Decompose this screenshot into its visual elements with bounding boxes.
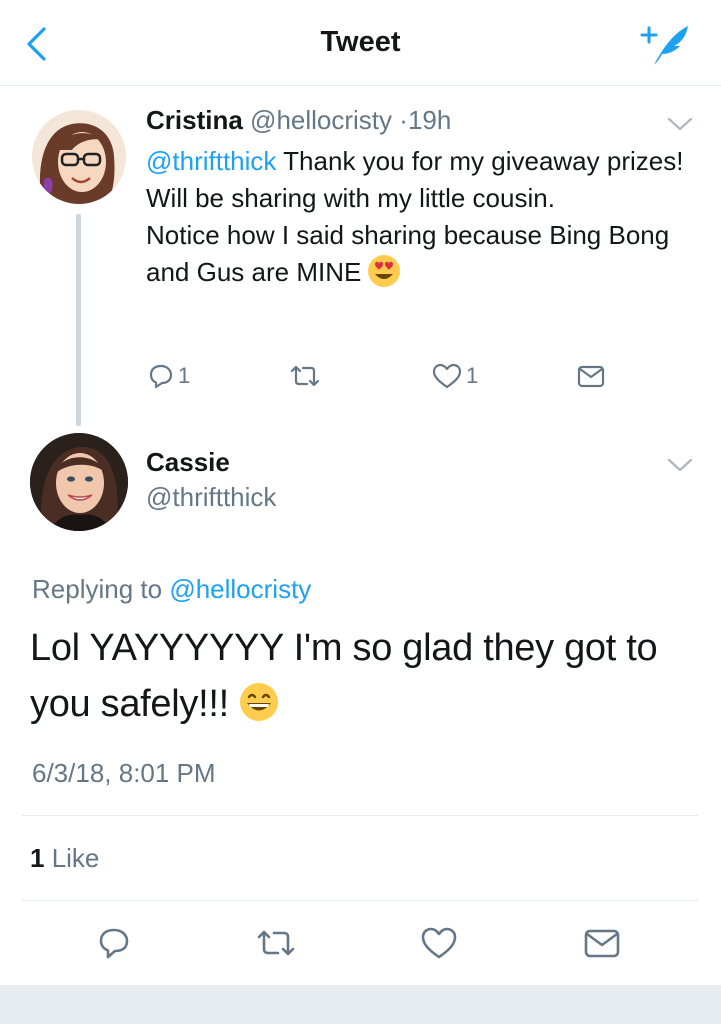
cristina-avatar-image xyxy=(32,110,126,204)
tweet-time: 19h xyxy=(407,105,452,135)
replying-to-line: Replying to @hellocristy xyxy=(32,574,311,605)
chevron-down-icon xyxy=(667,117,693,131)
retweet-icon xyxy=(290,365,320,387)
direct-message-button[interactable] xyxy=(576,362,606,390)
compose-tweet-icon xyxy=(640,26,688,65)
like-icon xyxy=(432,363,462,389)
parent-tweet-menu-button[interactable] xyxy=(667,116,693,132)
top-nav-bar: Tweet xyxy=(0,0,721,86)
author-name[interactable]: Cassie xyxy=(146,447,230,478)
chevron-down-icon xyxy=(667,458,693,472)
tweet-text-part: Lol YAYYYYYY I'm so glad they got to you… xyxy=(30,627,658,725)
retweet-button[interactable] xyxy=(255,927,297,959)
mention-link[interactable]: @hellocristy xyxy=(169,574,311,604)
avatar[interactable] xyxy=(30,433,128,531)
like-button[interactable] xyxy=(420,926,458,960)
reply-count: 1 xyxy=(178,363,191,388)
bottom-bar xyxy=(0,985,721,1024)
direct-message-icon xyxy=(577,365,605,388)
divider xyxy=(22,815,698,816)
author-handle[interactable]: @hellocristy xyxy=(250,105,392,135)
parent-tweet-text: @thriftthick Thank you for my giveaway p… xyxy=(146,143,694,291)
like-icon xyxy=(421,927,457,959)
retweet-button[interactable] xyxy=(288,362,322,390)
reply-icon xyxy=(149,364,173,389)
main-tweet-menu-button[interactable] xyxy=(667,457,693,473)
main-tweet-text: Lol YAYYYYYY I'm so glad they got to you… xyxy=(30,620,700,732)
divider xyxy=(22,900,698,901)
reply-button[interactable]: 1 xyxy=(146,362,190,390)
likes-summary[interactable]: 1 Like xyxy=(30,843,99,874)
tweet-text-part: Notice how I said sharing because Bing B… xyxy=(146,220,670,287)
grinning-emoji-icon xyxy=(239,682,279,722)
author-name[interactable]: Cristina xyxy=(146,105,243,135)
tweet-timestamp: 6/3/18, 8:01 PM xyxy=(32,758,216,788)
avatar[interactable] xyxy=(32,110,126,204)
like-label: Like xyxy=(44,843,100,873)
reply-button[interactable] xyxy=(96,926,132,960)
direct-message-button[interactable] xyxy=(583,926,621,960)
parent-tweet-header: Cristina @hellocristy ·19h xyxy=(146,105,451,136)
page-title: Tweet xyxy=(320,26,401,58)
heart-eyes-emoji-icon xyxy=(367,254,401,288)
like-button[interactable]: 1 xyxy=(432,362,478,390)
like-count: 1 xyxy=(466,363,479,388)
direct-message-icon xyxy=(584,929,620,958)
replying-to-label: Replying to xyxy=(32,574,170,604)
compose-tweet-button[interactable] xyxy=(638,20,692,68)
mention-link[interactable]: @thriftthick xyxy=(146,146,276,176)
like-total: 1 xyxy=(30,843,45,873)
retweet-icon xyxy=(257,930,295,956)
author-handle[interactable]: @thriftthick xyxy=(146,482,276,513)
thread-connector-line xyxy=(76,214,81,426)
reply-icon xyxy=(99,928,129,959)
cassie-avatar-image xyxy=(30,433,128,531)
separator-dot: · xyxy=(399,105,408,135)
